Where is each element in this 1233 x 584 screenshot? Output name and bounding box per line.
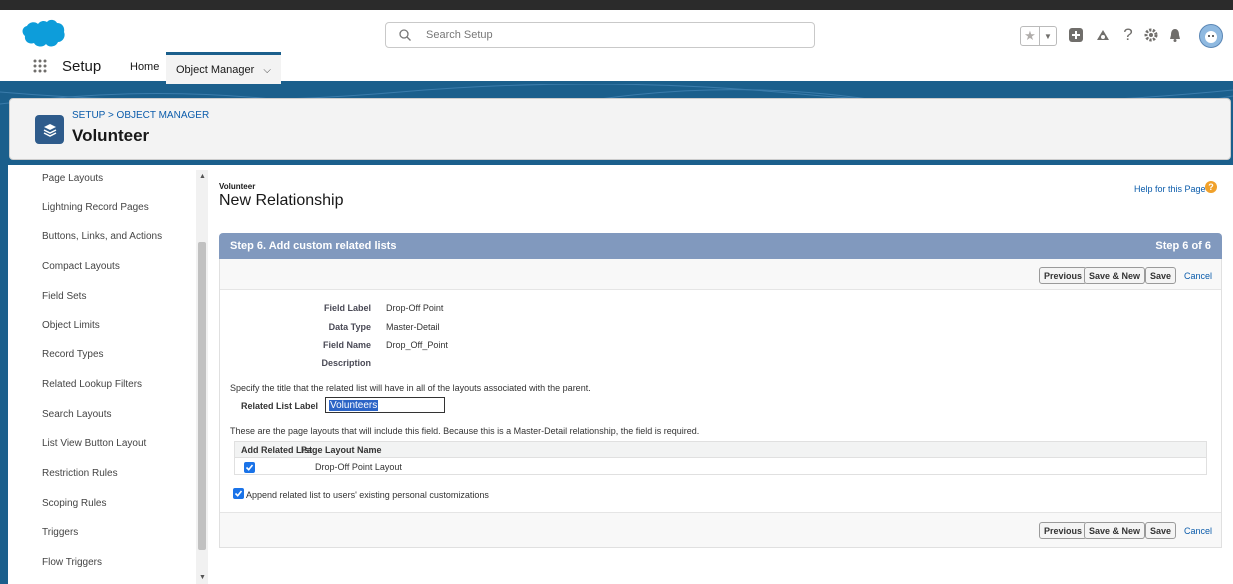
sidebar-item-field-sets[interactable]: Field Sets <box>42 291 86 302</box>
save-button-bottom[interactable]: Save <box>1145 522 1177 539</box>
field-name-caption: Field Name <box>322 340 371 350</box>
previous-button-bottom[interactable]: Previous <box>1039 522 1088 539</box>
sidebar-item-scoping-rules[interactable]: Scoping Rules <box>42 498 106 509</box>
sidebar-item-list-view-button-layout[interactable]: List View Button Layout <box>42 438 146 449</box>
sidebar-item-search-layouts[interactable]: Search Layouts <box>42 409 112 420</box>
append-customizations-label: Append related list to users' existing p… <box>246 490 489 500</box>
sidebar-item-compact-layouts[interactable]: Compact Layouts <box>42 261 120 272</box>
user-avatar[interactable] <box>1199 24 1223 48</box>
description-caption: Description <box>321 358 371 368</box>
cancel-link-top[interactable]: Cancel <box>1184 271 1212 281</box>
data-type-value: Master-Detail <box>386 322 440 332</box>
top-stripe <box>0 0 1233 10</box>
sidebar-scroll-thumb[interactable] <box>198 242 206 550</box>
append-customizations-checkbox[interactable] <box>233 488 244 499</box>
step-title: Step 6. Add custom related lists <box>230 240 397 252</box>
object-header: SETUP > OBJECT MANAGER Volunteer <box>9 98 1231 160</box>
previous-button-top[interactable]: Previous <box>1039 267 1088 284</box>
gear-icon[interactable] <box>1141 25 1161 45</box>
sidebar-item-buttons-links-actions[interactable]: Buttons, Links, and Actions <box>42 231 162 242</box>
tab-object-manager[interactable]: Object Manager ⌵ <box>166 52 281 84</box>
object-name-label: Volunteer <box>219 182 256 191</box>
search-setup-input[interactable]: Search Setup <box>385 22 815 48</box>
field-label-caption: Field Label <box>323 303 371 313</box>
app-launcher-icon[interactable] <box>32 58 48 74</box>
related-list-instructions: Specify the title that the related list … <box>230 383 591 393</box>
step-count: Step 6 of 6 <box>1155 240 1211 252</box>
scroll-down-icon[interactable]: ▼ <box>199 574 206 581</box>
global-actions-icon[interactable] <box>1066 25 1086 45</box>
step-header: Step 6. Add custom related lists Step 6 … <box>219 233 1222 259</box>
page-layouts-table: Add Related List Page Layout Name Drop-O… <box>234 441 1207 475</box>
field-label-value: Drop-Off Point <box>386 303 444 313</box>
related-list-label-value: Volunteers <box>329 400 379 411</box>
app-title: Setup <box>62 58 102 75</box>
column-header-page-layout-name: Page Layout Name <box>301 445 382 455</box>
table-header: Add Related List Page Layout Name <box>235 442 1206 458</box>
sidebar-item-lightning-record-pages[interactable]: Lightning Record Pages <box>42 202 149 213</box>
global-header: Search Setup ★ ▼ ? <box>0 10 1233 52</box>
cancel-link-bottom[interactable]: Cancel <box>1184 526 1212 536</box>
data-type-caption: Data Type <box>328 322 371 332</box>
scroll-up-icon[interactable]: ▲ <box>199 173 206 180</box>
app-nav-bar: Setup Home Object Manager ⌵ <box>0 52 1233 84</box>
tab-home[interactable]: Home <box>130 61 159 73</box>
sidebar-item-flow-triggers[interactable]: Flow Triggers <box>42 557 102 568</box>
trailhead-icon[interactable] <box>1093 25 1113 45</box>
sidebar-item-related-lookup-filters[interactable]: Related Lookup Filters <box>42 379 142 390</box>
sidebar-item-page-layouts[interactable]: Page Layouts <box>42 173 103 184</box>
notifications-bell-icon[interactable] <box>1165 25 1185 45</box>
help-icon[interactable]: ? <box>1118 25 1138 45</box>
salesforce-logo[interactable] <box>19 19 65 51</box>
sidebar-item-record-types[interactable]: Record Types <box>42 349 104 360</box>
search-placeholder: Search Setup <box>426 29 493 41</box>
page-layout-name: Drop-Off Point Layout <box>315 462 402 472</box>
chevron-down-icon[interactable]: ⌵ <box>263 65 271 76</box>
left-edge <box>0 160 8 584</box>
star-icon[interactable]: ★ <box>1021 27 1040 45</box>
layouts-instructions: These are the page layouts that will inc… <box>230 426 700 436</box>
sidebar-item-object-limits[interactable]: Object Limits <box>42 320 100 331</box>
add-related-list-checkbox[interactable] <box>244 462 255 473</box>
object-manager-sidebar: Page Layouts Lightning Record Pages Butt… <box>8 165 208 584</box>
favorites-control[interactable]: ★ ▼ <box>1020 26 1057 46</box>
save-and-new-button-bottom[interactable]: Save & New <box>1084 522 1146 539</box>
tab-object-manager-label: Object Manager <box>176 64 255 76</box>
field-name-value: Drop_Off_Point <box>386 340 448 350</box>
save-and-new-button-top[interactable]: Save & New <box>1084 267 1146 284</box>
save-button-top[interactable]: Save <box>1145 267 1177 284</box>
object-layers-icon <box>35 115 64 144</box>
page-title: New Relationship <box>219 192 344 209</box>
breadcrumb[interactable]: SETUP > OBJECT MANAGER <box>72 110 209 121</box>
related-list-label-input[interactable]: Volunteers <box>325 397 445 413</box>
related-list-label-caption: Related List Label <box>240 401 318 411</box>
sidebar-item-restriction-rules[interactable]: Restriction Rules <box>42 468 118 479</box>
object-title: Volunteer <box>72 126 150 145</box>
sidebar-item-triggers[interactable]: Triggers <box>42 527 78 538</box>
favorites-dropdown-icon[interactable]: ▼ <box>1040 27 1056 45</box>
help-question-icon[interactable]: ? <box>1205 181 1217 193</box>
help-for-this-page-link[interactable]: Help for this Page <box>1134 184 1206 194</box>
search-icon <box>399 29 411 41</box>
